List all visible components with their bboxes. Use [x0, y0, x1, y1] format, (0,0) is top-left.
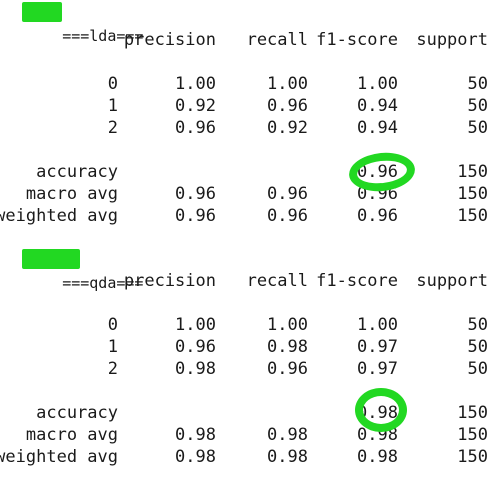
precision-value: 1.00 [175, 315, 216, 335]
row-label: 2 [107, 118, 118, 138]
row-label: 0 [107, 315, 118, 335]
recall-value: 0.96 [267, 96, 308, 116]
f1-value: 0.98 [357, 425, 398, 445]
header-recall: recall [246, 30, 308, 50]
precision-value: 0.98 [175, 425, 216, 445]
f1-value: 0.96 [357, 184, 398, 204]
row-label: 2 [107, 359, 118, 379]
support-value: 150 [457, 184, 488, 204]
header-f1-score: f1-score [316, 30, 398, 50]
support-value: 150 [457, 206, 488, 226]
recall-value: 1.00 [267, 315, 308, 335]
row-label: macro avg [25, 184, 118, 204]
precision-value: 0.92 [175, 96, 216, 116]
header-support: support [416, 30, 488, 50]
recall-value: 0.98 [267, 337, 308, 357]
precision-value: 1.00 [175, 74, 216, 94]
recall-value: 0.98 [267, 425, 308, 445]
support-value: 50 [467, 359, 488, 379]
qda-class-row: 1 0.96 0.98 0.97 50 [0, 336, 498, 358]
f1-value: 0.94 [357, 96, 398, 116]
support-value: 50 [467, 118, 488, 138]
row-label: accuracy [36, 403, 118, 423]
qda-accuracy-row: accuracy 0.98 150 [0, 402, 498, 424]
accuracy-value: 0.96 [357, 162, 398, 182]
lda-class-row: 0 1.00 1.00 1.00 50 [0, 73, 498, 95]
row-label: 1 [107, 337, 118, 357]
recall-value: 0.98 [267, 447, 308, 467]
precision-value: 0.96 [175, 184, 216, 204]
lda-weighted-avg-row: weighted avg 0.96 0.96 0.96 150 [0, 205, 498, 227]
row-label: accuracy [36, 162, 118, 182]
qda-class-row: 0 1.00 1.00 1.00 50 [0, 314, 498, 336]
support-value: 150 [457, 162, 488, 182]
lda-class-row: 2 0.96 0.92 0.94 50 [0, 117, 498, 139]
support-value: 50 [467, 337, 488, 357]
support-value: 150 [457, 403, 488, 423]
support-value: 50 [467, 74, 488, 94]
header-support: support [416, 271, 488, 291]
f1-value: 0.97 [357, 359, 398, 379]
f1-value: 0.98 [357, 447, 398, 467]
header-f1-score: f1-score [316, 271, 398, 291]
row-label: 1 [107, 96, 118, 116]
lda-class-row: 1 0.92 0.96 0.94 50 [0, 95, 498, 117]
row-label: 0 [107, 74, 118, 94]
f1-value: 0.96 [357, 206, 398, 226]
f1-value: 0.97 [357, 337, 398, 357]
support-value: 150 [457, 447, 488, 467]
header-recall: recall [246, 271, 308, 291]
lda-accuracy-row: accuracy 0.96 150 [0, 161, 498, 183]
lda-macro-avg-row: macro avg 0.96 0.96 0.96 150 [0, 183, 498, 205]
qda-weighted-avg-row: weighted avg 0.98 0.98 0.98 150 [0, 446, 498, 468]
precision-value: 0.98 [175, 359, 216, 379]
f1-value: 1.00 [357, 315, 398, 335]
row-label: weighted avg [0, 206, 118, 226]
qda-class-row: 2 0.98 0.96 0.97 50 [0, 358, 498, 380]
precision-value: 0.96 [175, 206, 216, 226]
accuracy-value: 0.98 [357, 403, 398, 423]
f1-value: 1.00 [357, 74, 398, 94]
recall-value: 0.96 [267, 206, 308, 226]
precision-value: 0.98 [175, 447, 216, 467]
recall-value: 0.92 [267, 118, 308, 138]
recall-value: 1.00 [267, 74, 308, 94]
support-value: 150 [457, 425, 488, 445]
f1-value: 0.94 [357, 118, 398, 138]
precision-value: 0.96 [175, 118, 216, 138]
recall-value: 0.96 [267, 359, 308, 379]
precision-value: 0.96 [175, 337, 216, 357]
qda-macro-avg-row: macro avg 0.98 0.98 0.98 150 [0, 424, 498, 446]
row-label: weighted avg [0, 447, 118, 467]
support-value: 50 [467, 315, 488, 335]
support-value: 50 [467, 96, 488, 116]
row-label: macro avg [25, 425, 118, 445]
recall-value: 0.96 [267, 184, 308, 204]
classification-report-page: ===lda=== precision recall f1-score supp… [0, 0, 498, 477]
